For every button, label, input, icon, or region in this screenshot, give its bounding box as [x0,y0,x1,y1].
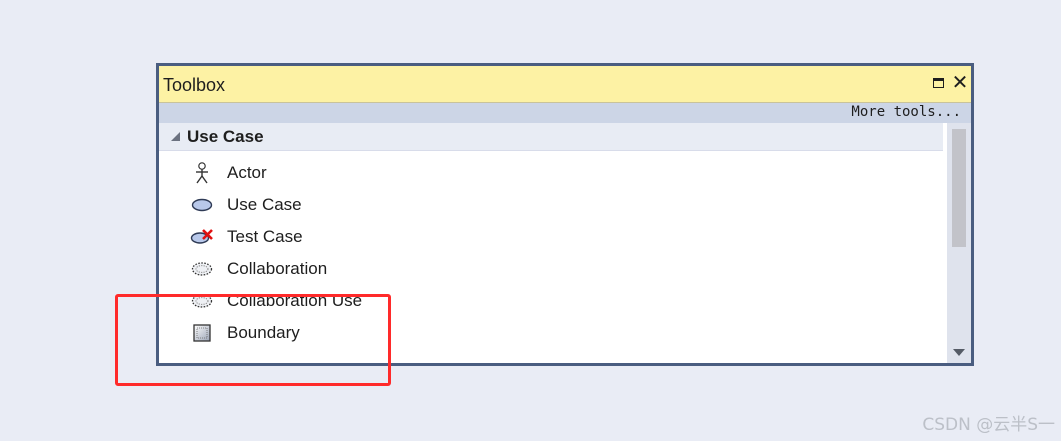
toolbox-item-actor[interactable]: Actor [189,158,449,188]
scrollbar-thumb[interactable] [952,129,966,247]
toolbox-item-use-case[interactable]: Use Case [189,190,449,220]
maximize-icon[interactable] [929,72,947,94]
highlight-annotation-box [115,294,391,386]
vertical-scrollbar[interactable] [947,123,971,363]
toolbox-item-collaboration[interactable]: Collaboration [189,254,449,284]
toolbox-title: Toolbox [163,75,226,95]
group-label: Use Case [187,127,264,146]
item-label: Use Case [227,195,302,214]
collapse-caret-icon[interactable] [171,132,180,141]
scroll-down-arrow-icon[interactable] [953,349,965,356]
toolbox-titlebar[interactable]: Toolbox ✕ [159,66,971,103]
use-case-icon [189,194,215,216]
item-label: Actor [227,163,267,182]
item-label: Collaboration [227,259,328,278]
more-tools-link[interactable]: More tools... [851,104,961,120]
test-case-icon [189,226,215,248]
toolbox-item-test-case[interactable]: Test Case [189,222,449,252]
actor-icon [189,162,215,184]
collaboration-icon [189,258,215,280]
item-label: Test Case [227,227,303,246]
more-tools-bar: More tools... [159,103,971,123]
close-icon[interactable]: ✕ [951,72,969,94]
group-header-use-case[interactable]: Use Case [159,123,943,151]
watermark: CSDN @云半S一 [922,415,1055,435]
